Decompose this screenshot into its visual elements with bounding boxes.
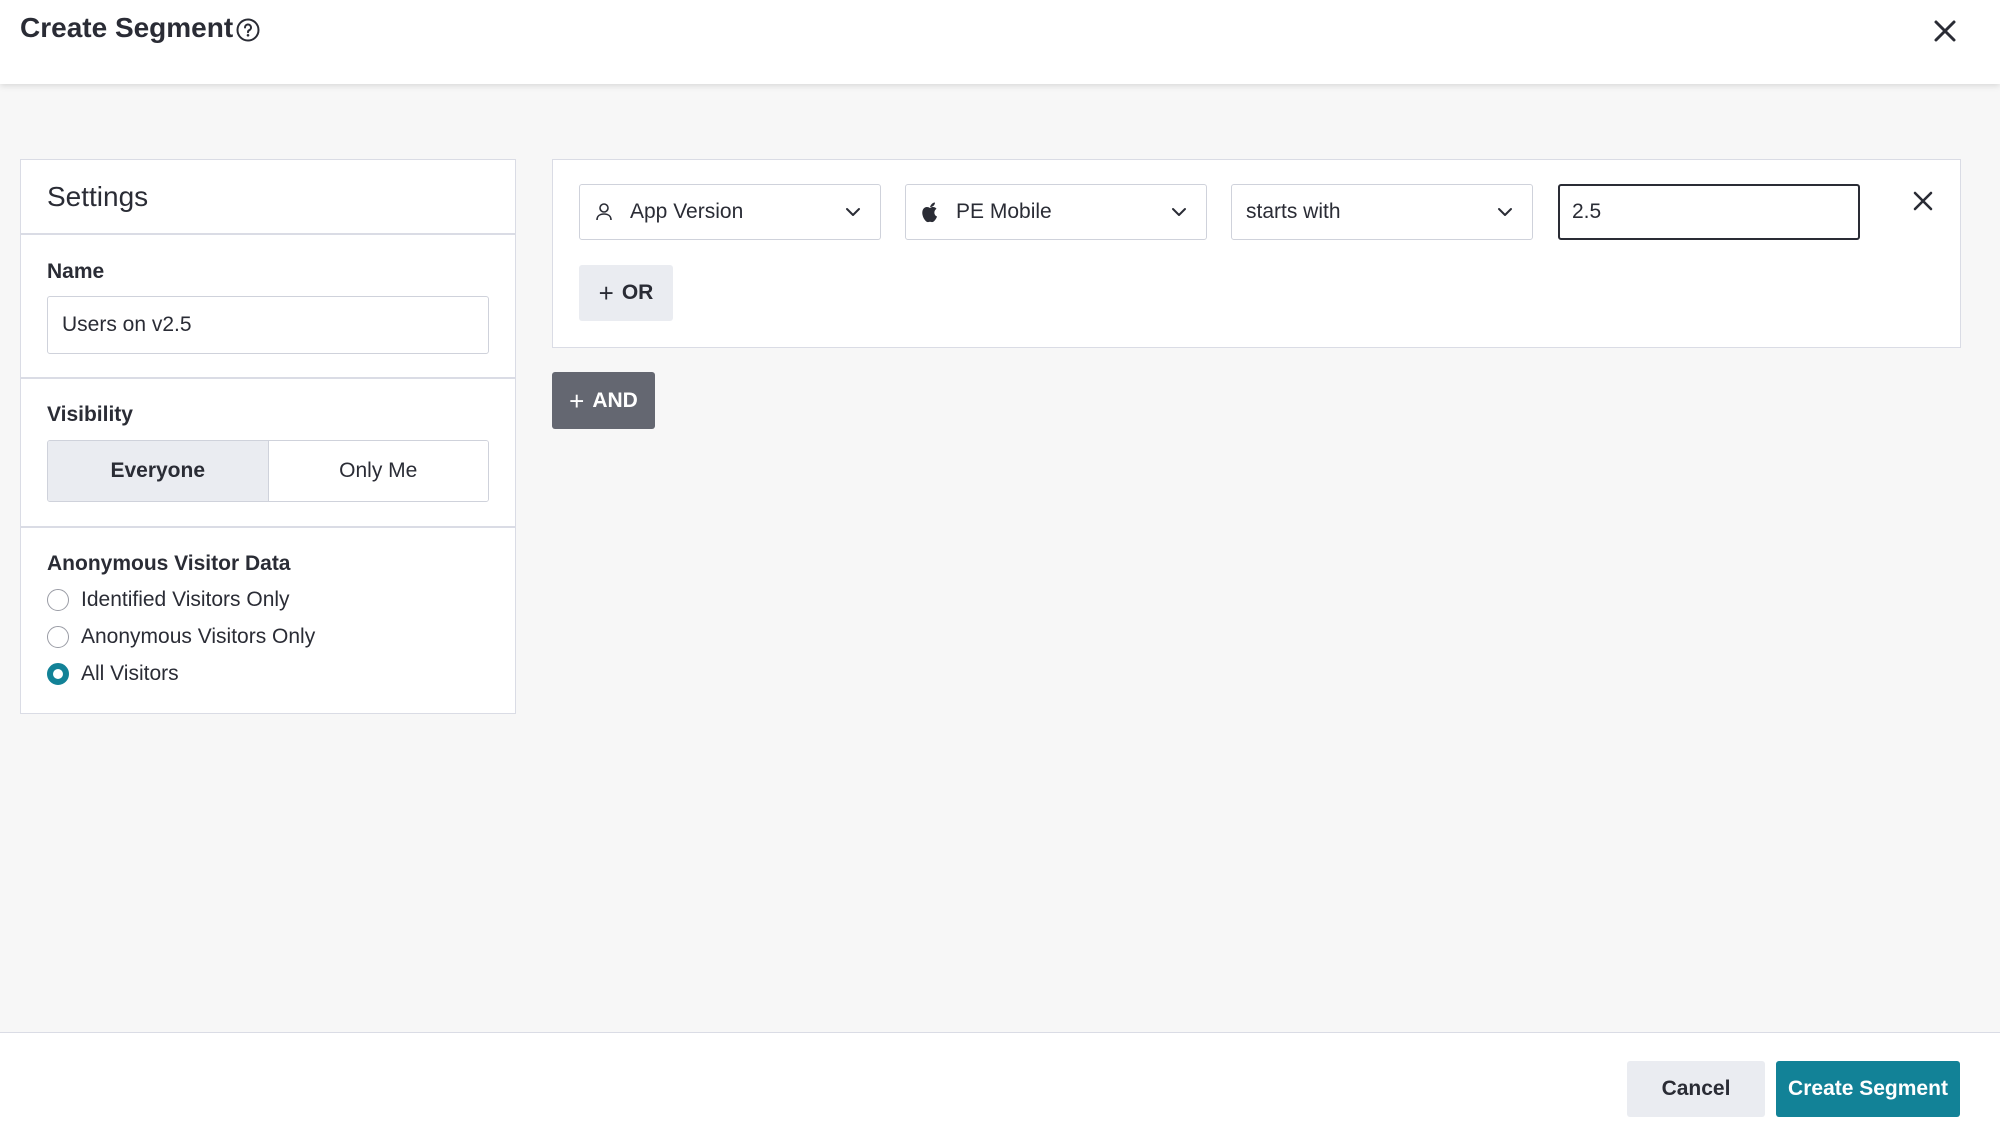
- settings-panel: Settings Name Visibility Everyone Only M…: [20, 159, 516, 714]
- divider: [21, 526, 515, 528]
- visibility-everyone-option[interactable]: Everyone: [48, 441, 269, 501]
- help-circle-icon[interactable]: [235, 17, 261, 43]
- divider: [21, 233, 515, 235]
- visibility-label: Visibility: [47, 403, 133, 426]
- visibility-only-me-option[interactable]: Only Me: [268, 441, 488, 501]
- add-and-button[interactable]: + AND: [552, 372, 655, 429]
- app-dropdown[interactable]: PE Mobile: [905, 184, 1207, 240]
- radio-label: Identified Visitors Only: [81, 588, 290, 611]
- add-or-label: OR: [621, 281, 654, 304]
- settings-title: Settings: [47, 181, 149, 212]
- add-or-button[interactable]: + OR: [579, 265, 673, 321]
- radio-label: Anonymous Visitors Only: [81, 625, 316, 648]
- add-and-label: AND: [592, 388, 638, 412]
- operator-dropdown-value: starts with: [1246, 200, 1341, 223]
- close-icon[interactable]: [1928, 14, 1962, 48]
- anonymous-data-label: Anonymous Visitor Data: [47, 552, 291, 575]
- divider: [21, 377, 515, 379]
- modal-header: Create Segment: [0, 0, 2000, 84]
- radio-anonymous-visitors[interactable]: Anonymous Visitors Only: [47, 625, 315, 649]
- radio-button-selected[interactable]: [47, 663, 69, 685]
- radio-identified-visitors[interactable]: Identified Visitors Only: [47, 588, 290, 612]
- modal-title: Create Segment: [20, 12, 234, 43]
- apple-icon: [920, 201, 942, 223]
- remove-rule-icon[interactable]: [1909, 187, 1937, 215]
- cancel-button[interactable]: Cancel: [1627, 1061, 1765, 1117]
- chevron-down-icon: [1498, 208, 1512, 216]
- radio-label: All Visitors: [81, 662, 179, 685]
- chevron-down-icon: [846, 208, 860, 216]
- field-dropdown[interactable]: App Version: [579, 184, 881, 240]
- create-segment-button[interactable]: Create Segment: [1776, 1061, 1960, 1117]
- radio-button[interactable]: [47, 626, 69, 648]
- plus-icon: +: [569, 385, 585, 416]
- visibility-toggle: Everyone Only Me: [47, 440, 489, 502]
- chevron-down-icon: [1172, 208, 1186, 216]
- field-dropdown-value: App Version: [630, 200, 744, 223]
- name-label: Name: [47, 260, 105, 283]
- radio-button[interactable]: [47, 589, 69, 611]
- name-input[interactable]: [47, 296, 489, 354]
- radio-all-visitors[interactable]: All Visitors: [47, 662, 179, 686]
- modal-footer: Cancel Create Segment: [0, 1032, 2000, 1139]
- rule-value-input[interactable]: [1558, 184, 1860, 240]
- app-dropdown-value: PE Mobile: [956, 200, 1052, 223]
- operator-dropdown[interactable]: starts with: [1231, 184, 1533, 240]
- user-icon: [594, 201, 616, 223]
- plus-icon: +: [598, 278, 614, 308]
- rule-group-panel: App Version PE Mobile starts with + OR: [552, 159, 1961, 348]
